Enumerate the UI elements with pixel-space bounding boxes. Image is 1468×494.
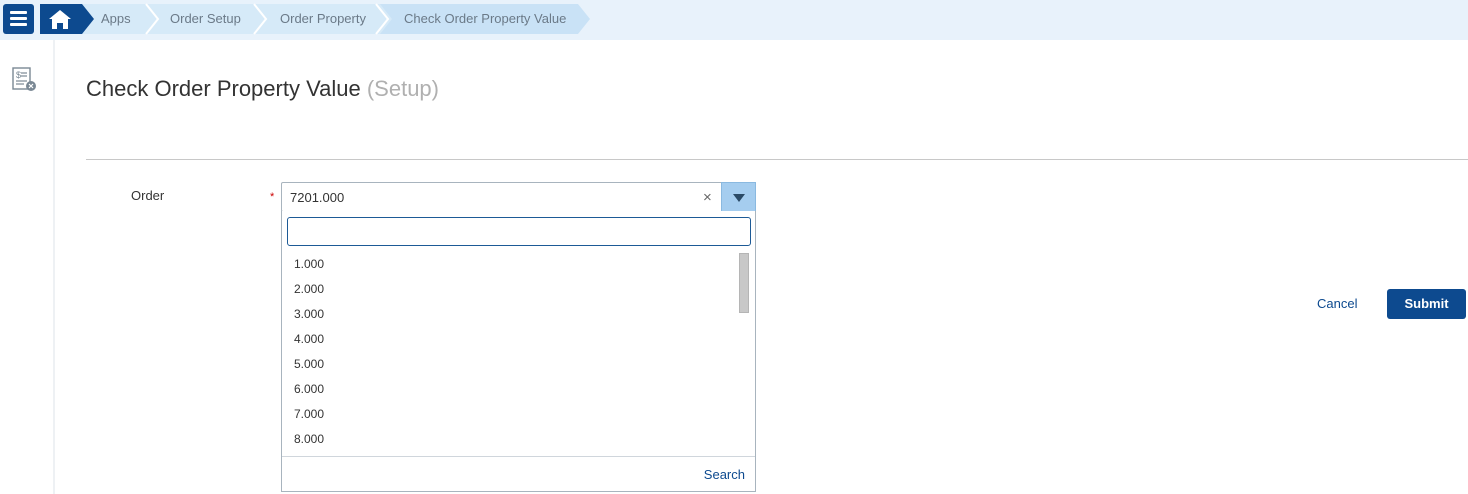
chevron-down-icon[interactable] (721, 182, 756, 212)
dropdown-option[interactable]: 7.000 (282, 402, 740, 427)
dropdown-option[interactable]: 4.000 (282, 327, 740, 352)
dropdown-option[interactable]: 8.000 (282, 427, 740, 452)
page-title: Check Order Property Value (Setup) (86, 76, 439, 102)
submit-button[interactable]: Submit (1387, 289, 1466, 319)
dropdown-search-link[interactable]: Search (704, 467, 745, 482)
dropdown-options-list: 1.000 2.000 3.000 4.000 5.000 6.000 7.00… (282, 251, 740, 456)
dropdown-search-input[interactable] (287, 217, 751, 246)
breadcrumb-label: Order Setup (170, 11, 241, 26)
dropdown-option[interactable]: 3.000 (282, 302, 740, 327)
dropdown-scrollbar[interactable] (738, 253, 750, 456)
dropdown-option[interactable]: 6.000 (282, 377, 740, 402)
breadcrumb-bar: Apps Order Setup Order Property Check Or… (0, 0, 1468, 40)
dropdown-scrollbar-thumb[interactable] (739, 253, 749, 313)
page-title-text: Check Order Property Value (86, 76, 361, 101)
cancel-button[interactable]: Cancel (1317, 296, 1357, 311)
home-icon (49, 10, 71, 29)
home-button[interactable] (40, 4, 80, 34)
rail-price-list-button[interactable]: $ (10, 66, 38, 94)
price-list-icon: $ (12, 67, 36, 91)
dropdown-option[interactable]: 1.000 (282, 252, 740, 277)
breadcrumb-label: Apps (101, 11, 131, 26)
required-asterisk: * (270, 191, 275, 203)
svg-text:$: $ (16, 70, 21, 80)
breadcrumb-order-setup[interactable]: Order Setup (158, 4, 258, 34)
breadcrumb-order-property[interactable]: Order Property (266, 4, 380, 34)
breadcrumb-label: Order Property (280, 11, 366, 26)
breadcrumb-apps[interactable]: Apps (90, 4, 150, 34)
dropdown-option[interactable]: 2.000 (282, 277, 740, 302)
left-rail: $ (0, 40, 55, 494)
clear-x-icon[interactable]: × (703, 189, 712, 206)
breadcrumb-current: Check Order Property Value (388, 4, 578, 34)
section-divider (86, 159, 1468, 160)
order-dropdown-panel: 1.000 2.000 3.000 4.000 5.000 6.000 7.00… (281, 211, 756, 492)
page-title-suffix: (Setup) (366, 76, 439, 101)
breadcrumb-label: Check Order Property Value (404, 11, 567, 26)
order-select-value: 7201.000 (290, 190, 345, 205)
order-field-label: Order (131, 188, 165, 203)
order-select[interactable]: 7201.000 × (281, 182, 756, 212)
dropdown-option[interactable]: 5.000 (282, 352, 740, 377)
dropdown-footer: Search (282, 456, 755, 491)
